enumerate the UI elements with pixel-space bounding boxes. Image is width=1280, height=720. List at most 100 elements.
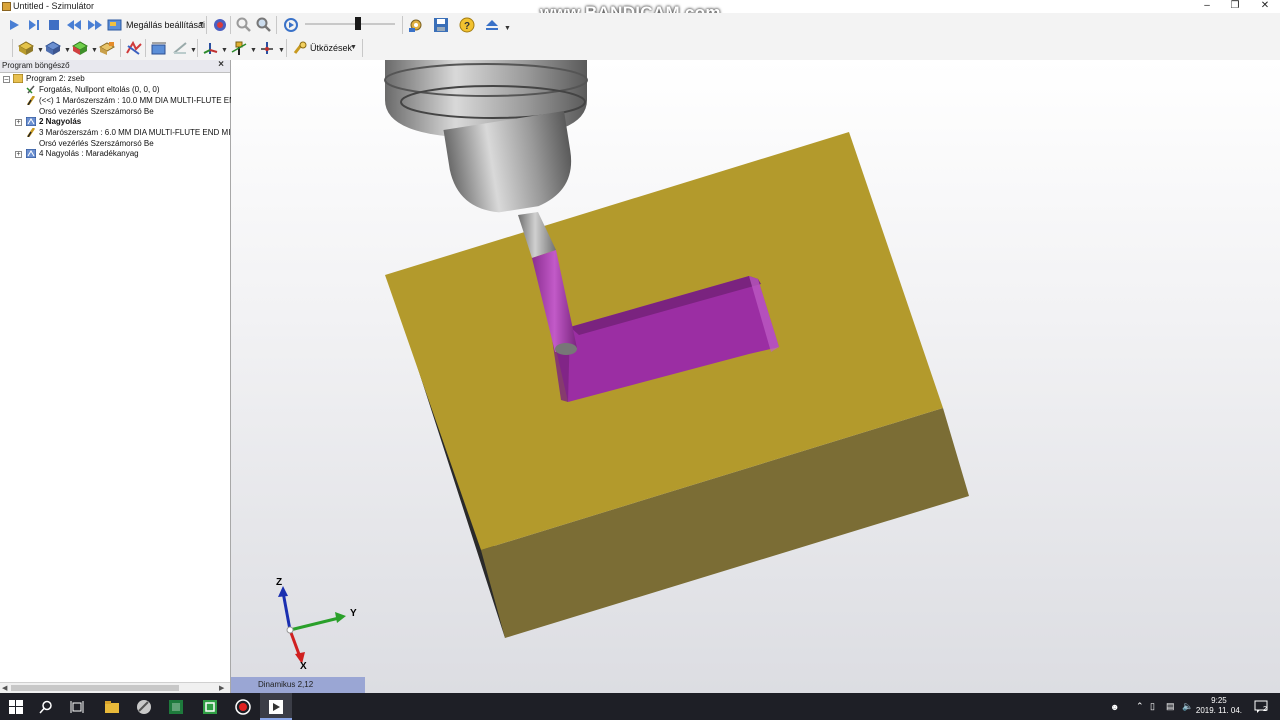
network-icon[interactable]: ▤ <box>1166 693 1175 720</box>
tree-item-label: Forgatás, Nullpont eltolás (0, 0, 0) <box>39 85 160 94</box>
axis-label-z: Z <box>276 577 283 588</box>
chevron-down-icon[interactable]: ▼ <box>190 47 197 54</box>
maximize-button[interactable]: ❐ <box>1220 0 1250 13</box>
view-iso-icon[interactable] <box>170 38 190 58</box>
toolbar-separator <box>120 39 121 57</box>
toolbar-separator <box>402 16 403 34</box>
tree-item-label: 2 Nagyolás <box>39 117 82 126</box>
tree-expand-toggle[interactable]: + <box>15 151 22 158</box>
fixture-icon[interactable] <box>97 38 117 58</box>
toolbar-separator <box>197 39 198 57</box>
speed-slider[interactable] <box>305 23 395 25</box>
part-view-icon[interactable] <box>70 38 90 58</box>
scroll-left-icon[interactable]: ◀ <box>2 684 7 692</box>
people-icon[interactable]: ☻ <box>1110 693 1119 720</box>
record-icon[interactable] <box>210 15 230 35</box>
toolbar-separator <box>145 39 146 57</box>
playback-speed-icon[interactable] <box>281 15 301 35</box>
program-browser-title: Program böngésző <box>2 61 70 70</box>
close-icon[interactable]: × <box>218 59 224 71</box>
step-icon[interactable] <box>24 15 44 35</box>
axis-label-y: Y <box>350 608 357 619</box>
toolbar-separator <box>12 39 13 57</box>
collision-icon[interactable] <box>290 38 310 58</box>
operation-icon <box>26 117 36 126</box>
collisions-dropdown[interactable]: Ütközések <box>310 38 352 58</box>
scrollbar-thumb[interactable] <box>11 685 179 691</box>
minimize-button[interactable]: – <box>1192 0 1222 13</box>
rotation-icon <box>26 85 35 94</box>
view-toolbar: ▼ ▼ ▼ ▼ ▼ ▼ ▼ Ütközések ▼ <box>0 37 1280 61</box>
axis-icon[interactable] <box>200 38 220 58</box>
tree-collapse-toggle[interactable]: – <box>3 76 10 83</box>
tool-icon <box>26 96 36 105</box>
clock-date: 2019. 11. 04. <box>1195 706 1242 715</box>
search-icon[interactable] <box>30 693 62 720</box>
program-browser-panel: Program böngésző × – Program 2: zseb For… <box>0 59 250 693</box>
tree-item-label: (<<) 1 Marószerszám : 10.0 MM DIA MULTI-… <box>39 96 250 105</box>
tree-item-label: Program 2: zseb <box>26 74 85 83</box>
zoom-in-icon[interactable] <box>234 15 254 35</box>
chevron-down-icon[interactable]: ▼ <box>278 47 285 54</box>
media-player-icon[interactable] <box>260 693 292 720</box>
tree-item-label: 3 Marószerszám : 6.0 MM DIA MULTI-FLUTE … <box>39 128 240 137</box>
play-icon[interactable] <box>4 15 24 35</box>
speed-slider-thumb[interactable] <box>355 17 361 30</box>
window-title: Untitled - Szimulátor <box>13 1 95 11</box>
tool-view-icon[interactable] <box>43 38 63 58</box>
toolpath-icon[interactable] <box>124 38 144 58</box>
machining-scene <box>384 60 969 638</box>
toolbar-separator <box>206 16 207 34</box>
horizontal-scrollbar[interactable]: ◀ ▶ <box>0 682 230 693</box>
fast-forward-icon[interactable] <box>85 15 105 35</box>
taskbar: ☻ ⌃ ▯ ▤ 🔈 9:25 2019. 11. 04. 2 <box>0 693 1280 720</box>
app-icon <box>2 2 11 11</box>
program-icon <box>13 74 23 83</box>
file-explorer-icon[interactable] <box>96 693 128 720</box>
scroll-right-icon[interactable]: ▶ <box>219 684 224 692</box>
title-bar: Untitled - Szimulátor www.BANDICAM.com –… <box>0 0 1280 22</box>
operation-icon <box>26 149 36 158</box>
tool-holder-icon[interactable] <box>229 38 249 58</box>
tool-tip <box>555 343 577 355</box>
chevron-down-icon[interactable]: ▼ <box>350 44 357 51</box>
notifications-icon[interactable]: 2 <box>1254 693 1268 720</box>
axis-label-x: X <box>300 661 307 672</box>
battery-icon[interactable]: ▯ <box>1150 693 1155 720</box>
chevron-down-icon[interactable]: ▼ <box>221 47 228 54</box>
save-icon[interactable] <box>431 15 451 35</box>
rewind-icon[interactable] <box>64 15 84 35</box>
tree-expand-toggle[interactable]: + <box>15 119 22 126</box>
excel-icon[interactable] <box>160 693 192 720</box>
program-browser-header: Program böngésző × <box>0 59 230 73</box>
settings-window-icon[interactable] <box>105 15 125 35</box>
machine-settings-icon[interactable] <box>406 15 426 35</box>
view-front-icon[interactable] <box>149 38 169 58</box>
chevron-down-icon[interactable]: ▼ <box>504 25 511 32</box>
chevron-down-icon[interactable]: ▼ <box>250 47 257 54</box>
chevron-down-icon[interactable]: ▼ <box>198 21 205 28</box>
stop-settings-dropdown[interactable]: Megállás beállításai <box>126 15 205 35</box>
toolbar-separator <box>286 39 287 57</box>
windows-start-icon[interactable] <box>0 693 32 720</box>
volume-icon[interactable]: 🔈 <box>1182 693 1193 720</box>
zoom-fit-icon[interactable] <box>254 15 274 35</box>
svg-text:?: ? <box>464 21 470 32</box>
green-app-icon[interactable] <box>194 693 226 720</box>
app-icon[interactable] <box>128 693 160 720</box>
eject-icon[interactable] <box>482 15 502 35</box>
tool-icon <box>26 128 36 137</box>
help-icon[interactable]: ? <box>457 15 477 35</box>
stop-icon[interactable] <box>44 15 64 35</box>
simulation-viewport[interactable]: Z Y X <box>231 60 1280 693</box>
close-button[interactable]: ✕ <box>1250 0 1280 13</box>
notification-count: 2 <box>1263 706 1267 713</box>
stock-icon[interactable] <box>16 38 36 58</box>
axis-triad <box>278 586 346 664</box>
system-clock[interactable]: 9:25 2019. 11. 04. <box>1196 696 1242 716</box>
record-app-icon[interactable] <box>227 693 259 720</box>
tray-chevron-up-icon[interactable]: ⌃ <box>1136 693 1144 720</box>
tool-axis-icon[interactable] <box>257 38 277 58</box>
status-label: Dinamikus 2,12 <box>258 680 314 689</box>
task-view-icon[interactable] <box>61 693 93 720</box>
